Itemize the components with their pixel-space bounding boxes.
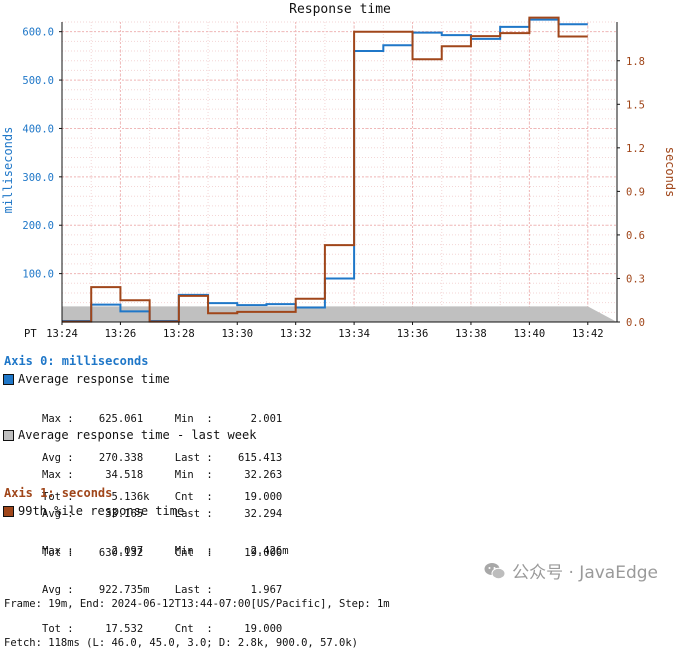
series-last-week-area <box>62 306 617 322</box>
watermark-text: 公众号 · JavaEdge <box>512 563 658 583</box>
response-time-chart: Response time 100.0 200.0 300.0 400.0 500.0 6… <box>1 2 677 340</box>
right-tick-label: 0.6 <box>626 230 645 242</box>
x-tick-label: 13:24 <box>46 328 78 340</box>
avg-stats-line1: Max : 625.061 Min : 2.001 <box>42 413 283 425</box>
x-tick-label: 13:34 <box>338 328 370 340</box>
lastweek-stats-line1: Max : 34.518 Min : 32.263 <box>42 469 283 481</box>
legend-series-lastweek: Average response time - last week <box>3 428 256 442</box>
x-tick-label: 13:36 <box>397 328 429 340</box>
left-tick-label: 200.0 <box>22 220 54 232</box>
watermark: 公众号 · JavaEdge <box>484 558 658 583</box>
left-tick-label: 600.0 <box>22 27 54 39</box>
footer-line2: Fetch: 118ms (L: 46.0, 45.0, 3.0; D: 2.8… <box>4 637 359 649</box>
p99-series-name: 99th %ile response time <box>18 504 185 518</box>
left-tick-label: 100.0 <box>22 269 54 281</box>
x-tick-label: 13:38 <box>455 328 487 340</box>
x-tick-label: 13:28 <box>163 328 195 340</box>
x-tick-label: 13:42 <box>572 328 604 340</box>
axis1-title: Axis 1: seconds <box>4 486 113 500</box>
p99-swatch <box>3 505 14 517</box>
p99-stats-line1: Max : 2.097 Min : 2.426m <box>42 545 289 557</box>
series-layer <box>62 16 617 323</box>
right-tick-label: 1.2 <box>626 143 645 155</box>
x-tick-label: 13:40 <box>514 328 546 340</box>
x-tick-label: 13:30 <box>221 328 253 340</box>
left-tick-label: 500.0 <box>22 75 54 87</box>
left-axis-label: milliseconds <box>1 127 15 214</box>
right-tick-label: 0.3 <box>626 273 645 285</box>
x-tick-label: 13:26 <box>105 328 137 340</box>
right-tick-label: 0.9 <box>626 186 645 198</box>
lastweek-swatch <box>3 429 14 441</box>
footer-line1: Frame: 19m, End: 2024-06-12T13:44-07:00[… <box>4 598 390 610</box>
wechat-icon <box>484 562 506 579</box>
lastweek-series-name: Average response time - last week <box>18 428 257 442</box>
avg-series-name: Average response time <box>18 372 170 386</box>
left-tick-label: 400.0 <box>22 123 54 135</box>
footer: Frame: 19m, End: 2024-06-12T13:44-07:00[… <box>4 572 390 663</box>
right-axis-label: seconds <box>663 147 677 198</box>
right-tick-label: 0.0 <box>626 317 645 329</box>
axis0-title: Axis 0: milliseconds <box>4 354 149 368</box>
x-timezone-label: PT <box>24 328 37 340</box>
legend-series-p99: 99th %ile response time <box>3 504 184 518</box>
chart-title: Response time <box>289 2 391 17</box>
avg-swatch <box>3 373 14 385</box>
axes: 100.0 200.0 300.0 400.0 500.0 600.0 0.0 0.3 0.6 0… <box>22 22 645 340</box>
legend-series-avg: Average response time <box>3 372 170 386</box>
left-tick-label: 300.0 <box>22 172 54 184</box>
grid <box>61 21 618 322</box>
x-tick-label: 13:32 <box>280 328 312 340</box>
right-tick-label: 1.8 <box>626 56 645 68</box>
right-tick-label: 1.5 <box>626 99 645 111</box>
